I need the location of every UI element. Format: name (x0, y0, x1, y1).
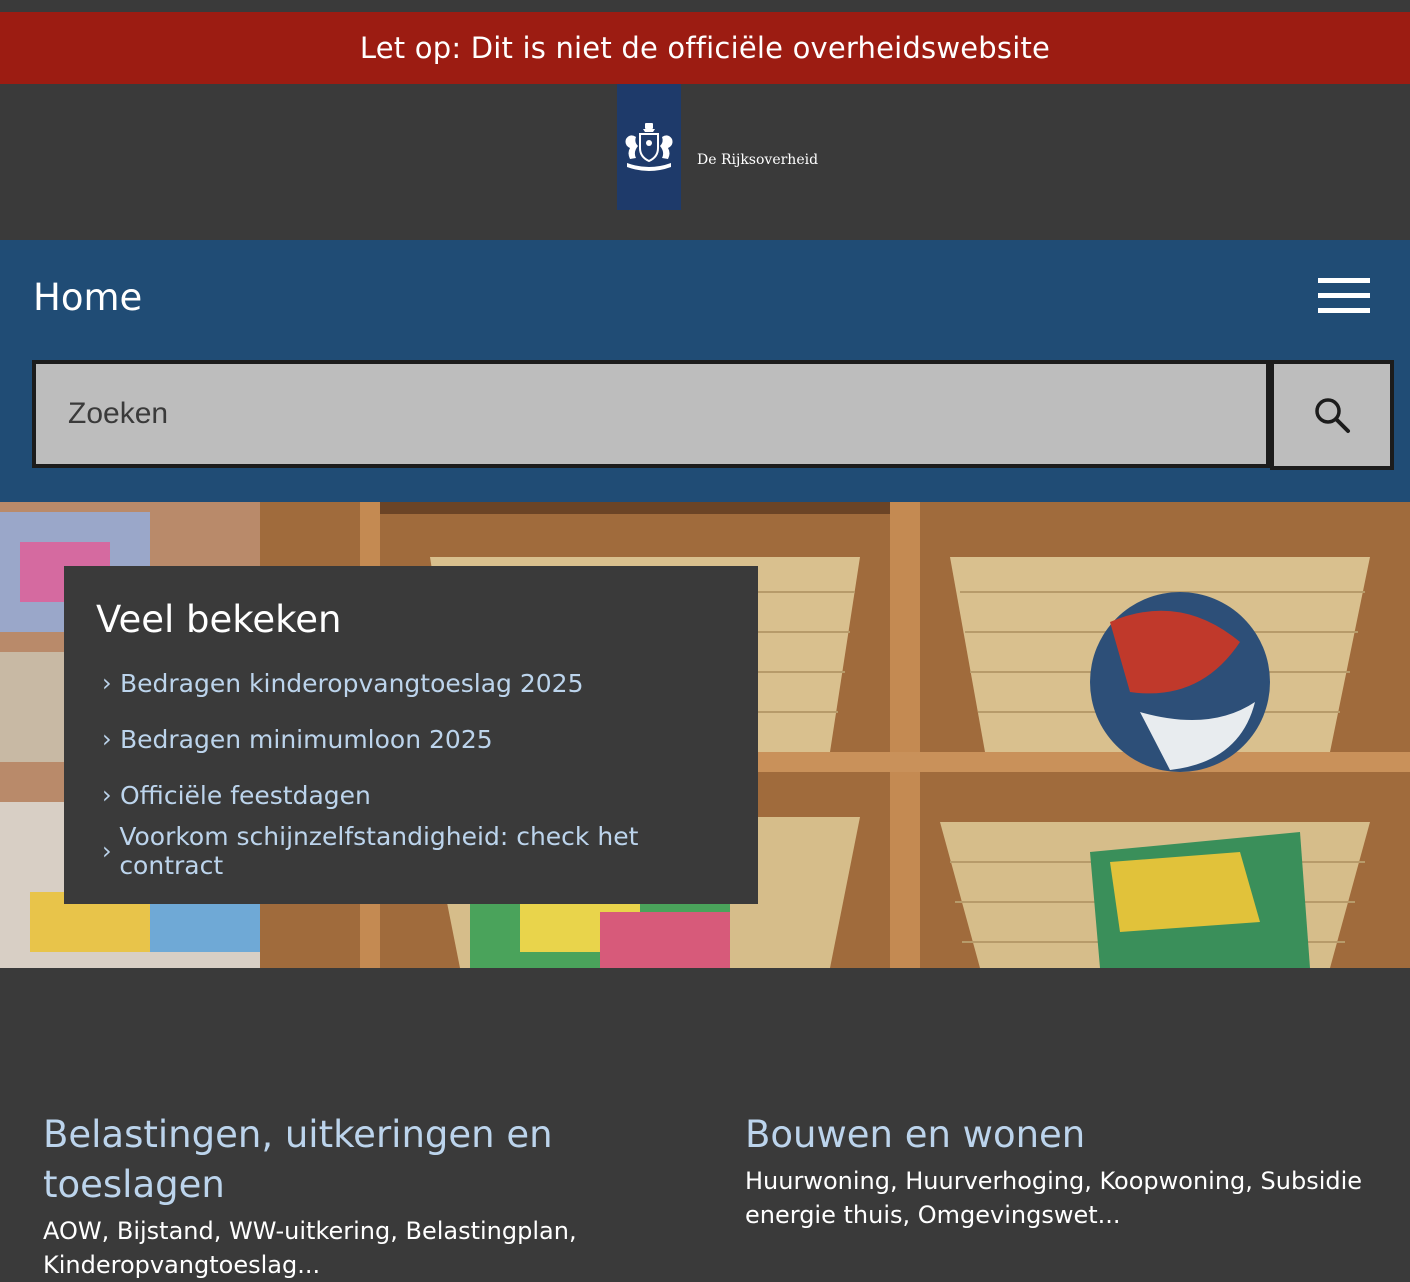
topics-section: Belastingen, uitkeringen en toeslagen AO… (0, 968, 1410, 1282)
menu-line (1318, 308, 1370, 313)
search-icon (1315, 398, 1350, 433)
top-strip (0, 0, 1410, 12)
popular-link[interactable]: Bedragen minimumloon 2025 (120, 725, 493, 754)
popular-link[interactable]: Officiële feestdagen (120, 781, 371, 810)
hamburger-menu-button[interactable] (1318, 278, 1370, 318)
topic-card[interactable]: Bouwen en wonen Huurwoning, Huurverhogin… (745, 1110, 1385, 1232)
logo-name[interactable]: De Rijksoverheid (697, 152, 818, 168)
menu-line (1318, 293, 1370, 298)
menu-line (1318, 278, 1370, 283)
chevron-right-icon: › (102, 781, 112, 809)
chevron-right-icon: › (102, 725, 112, 753)
popular-item[interactable]: › Officiële feestdagen (96, 767, 726, 823)
topic-description: AOW, Bijstand, WW-uitkering, Belastingpl… (43, 1217, 577, 1279)
logo-ribbon[interactable] (617, 84, 681, 210)
hero-image: Veel bekeken › Bedragen kinderopvangtoes… (0, 502, 1410, 968)
search-input[interactable] (32, 360, 1270, 468)
topic-title[interactable]: Belastingen, uitkeringen en toeslagen (43, 1110, 603, 1210)
header-nav: Home (0, 240, 1410, 502)
topic-title[interactable]: Bouwen en wonen (745, 1110, 1385, 1160)
search-button[interactable] (1270, 360, 1394, 470)
topic-description: Huurwoning, Huurverhoging, Koopwoning, S… (745, 1167, 1363, 1229)
topic-card[interactable]: Belastingen, uitkeringen en toeslagen AO… (43, 1110, 603, 1282)
popular-item[interactable]: › Bedragen minimumloon 2025 (96, 711, 726, 767)
popular-link[interactable]: Voorkom schijnzelfstandigheid: check het… (119, 822, 726, 880)
unofficial-warning-banner: Let op: Dit is niet de officiële overhei… (0, 12, 1410, 84)
page-title-home[interactable]: Home (33, 276, 142, 319)
chevron-right-icon: › (102, 669, 112, 697)
logo-bar: De Rijksoverheid (0, 84, 1410, 240)
coat-of-arms-icon (625, 123, 673, 171)
popular-item[interactable]: › Bedragen kinderopvangtoeslag 2025 (96, 655, 726, 711)
chevron-right-icon: › (102, 837, 112, 865)
popular-panel: Veel bekeken › Bedragen kinderopvangtoes… (64, 566, 758, 904)
warning-text: Let op: Dit is niet de officiële overhei… (359, 31, 1051, 65)
popular-link[interactable]: Bedragen kinderopvangtoeslag 2025 (120, 669, 584, 698)
popular-item[interactable]: › Voorkom schijnzelfstandigheid: check h… (96, 822, 726, 880)
popular-heading: Veel bekeken (96, 598, 342, 641)
popular-list: › Bedragen kinderopvangtoeslag 2025 › Be… (96, 655, 726, 881)
